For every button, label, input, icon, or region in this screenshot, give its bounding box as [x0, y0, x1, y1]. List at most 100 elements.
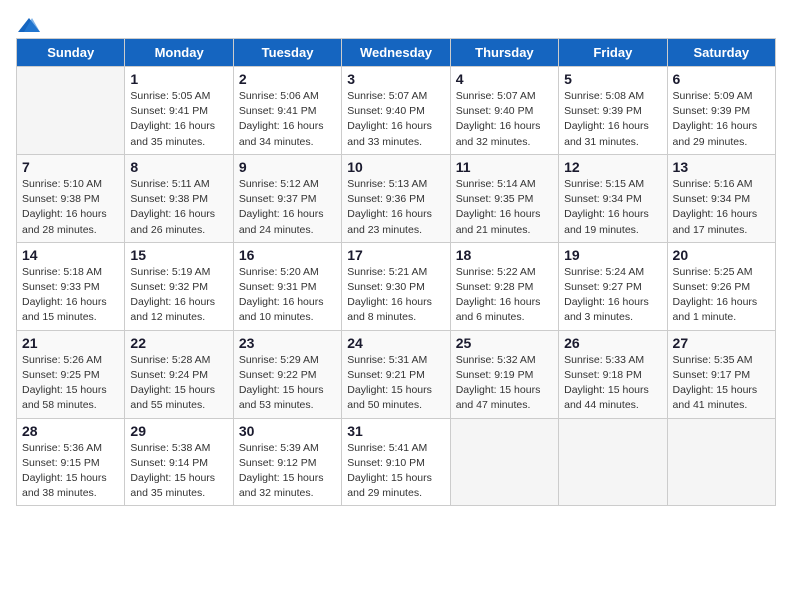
day-number: 5 [564, 71, 661, 87]
header-cell-thursday: Thursday [450, 39, 558, 67]
calendar-cell: 19 Sunrise: 5:24 AM Sunset: 9:27 PM Dayli… [559, 242, 667, 330]
calendar-cell: 5 Sunrise: 5:08 AM Sunset: 9:39 PM Daylig… [559, 67, 667, 155]
day-info: Sunrise: 5:25 AM Sunset: 9:26 PM Dayligh… [673, 265, 770, 326]
day-number: 23 [239, 335, 336, 351]
calendar-cell: 2Sunrise: 5:06 AM Sunset: 9:41 PM Daylig… [233, 67, 341, 155]
day-info: Sunrise: 5:12 AM Sunset: 9:37 PM Dayligh… [239, 177, 336, 238]
calendar-cell: 8 Sunrise: 5:11 AM Sunset: 9:38 PM Daylig… [125, 154, 233, 242]
calendar-cell: 28Sunrise: 5:36 AM Sunset: 9:15 PM Dayli… [17, 418, 125, 506]
day-number: 14 [22, 247, 119, 263]
calendar-cell [559, 418, 667, 506]
calendar-cell [667, 418, 775, 506]
day-info: Sunrise: 5:05 AM Sunset: 9:41 PM Dayligh… [130, 89, 227, 150]
day-info: Sunrise: 5:13 AM Sunset: 9:36 PM Dayligh… [347, 177, 444, 238]
calendar-cell: 13 Sunrise: 5:16 AM Sunset: 9:34 PM Dayli… [667, 154, 775, 242]
day-info: Sunrise: 5:21 AM Sunset: 9:30 PM Dayligh… [347, 265, 444, 326]
header [16, 16, 776, 30]
day-number: 28 [22, 423, 119, 439]
week-row-4: 28Sunrise: 5:36 AM Sunset: 9:15 PM Dayli… [17, 418, 776, 506]
day-info: Sunrise: 5:07 AM Sunset: 9:40 PM Dayligh… [456, 89, 553, 150]
day-info: Sunrise: 5:11 AM Sunset: 9:38 PM Dayligh… [130, 177, 227, 238]
header-cell-friday: Friday [559, 39, 667, 67]
day-info: Sunrise: 5:29 AM Sunset: 9:22 PM Dayligh… [239, 353, 336, 414]
calendar-cell: 16 Sunrise: 5:20 AM Sunset: 9:31 PM Dayli… [233, 242, 341, 330]
day-number: 2 [239, 71, 336, 87]
week-row-3: 21 Sunrise: 5:26 AM Sunset: 9:25 PM Dayli… [17, 330, 776, 418]
day-info: Sunrise: 5:15 AM Sunset: 9:34 PM Dayligh… [564, 177, 661, 238]
day-number: 3 [347, 71, 444, 87]
day-info: Sunrise: 5:24 AM Sunset: 9:27 PM Dayligh… [564, 265, 661, 326]
calendar-cell: 23 Sunrise: 5:29 AM Sunset: 9:22 PM Dayli… [233, 330, 341, 418]
day-info: Sunrise: 5:31 AM Sunset: 9:21 PM Dayligh… [347, 353, 444, 414]
calendar-header: SundayMondayTuesdayWednesdayThursdayFrid… [17, 39, 776, 67]
day-number: 6 [673, 71, 770, 87]
calendar-cell: 21 Sunrise: 5:26 AM Sunset: 9:25 PM Dayli… [17, 330, 125, 418]
day-info: Sunrise: 5:08 AM Sunset: 9:39 PM Dayligh… [564, 89, 661, 150]
calendar-cell: 31Sunrise: 5:41 AM Sunset: 9:10 PM Dayli… [342, 418, 450, 506]
day-number: 8 [130, 159, 227, 175]
calendar-cell: 30 Sunrise: 5:39 AM Sunset: 9:12 PM Dayli… [233, 418, 341, 506]
calendar-cell: 20 Sunrise: 5:25 AM Sunset: 9:26 PM Dayli… [667, 242, 775, 330]
calendar-cell: 14Sunrise: 5:18 AM Sunset: 9:33 PM Dayli… [17, 242, 125, 330]
day-number: 30 [239, 423, 336, 439]
header-cell-sunday: Sunday [17, 39, 125, 67]
calendar-table: SundayMondayTuesdayWednesdayThursdayFrid… [16, 38, 776, 506]
day-info: Sunrise: 5:14 AM Sunset: 9:35 PM Dayligh… [456, 177, 553, 238]
day-info: Sunrise: 5:39 AM Sunset: 9:12 PM Dayligh… [239, 441, 336, 502]
header-cell-monday: Monday [125, 39, 233, 67]
day-info: Sunrise: 5:35 AM Sunset: 9:17 PM Dayligh… [673, 353, 770, 414]
day-info: Sunrise: 5:41 AM Sunset: 9:10 PM Dayligh… [347, 441, 444, 502]
day-number: 9 [239, 159, 336, 175]
day-info: Sunrise: 5:28 AM Sunset: 9:24 PM Dayligh… [130, 353, 227, 414]
calendar-cell: 22 Sunrise: 5:28 AM Sunset: 9:24 PM Dayli… [125, 330, 233, 418]
day-number: 26 [564, 335, 661, 351]
calendar-cell: 27 Sunrise: 5:35 AM Sunset: 9:17 PM Dayli… [667, 330, 775, 418]
calendar-cell: 7 Sunrise: 5:10 AM Sunset: 9:38 PM Daylig… [17, 154, 125, 242]
day-info: Sunrise: 5:20 AM Sunset: 9:31 PM Dayligh… [239, 265, 336, 326]
calendar-cell: 3Sunrise: 5:07 AM Sunset: 9:40 PM Daylig… [342, 67, 450, 155]
calendar-cell: 18 Sunrise: 5:22 AM Sunset: 9:28 PM Dayli… [450, 242, 558, 330]
day-info: Sunrise: 5:16 AM Sunset: 9:34 PM Dayligh… [673, 177, 770, 238]
day-number: 18 [456, 247, 553, 263]
calendar-cell: 9 Sunrise: 5:12 AM Sunset: 9:37 PM Daylig… [233, 154, 341, 242]
day-number: 21 [22, 335, 119, 351]
day-number: 22 [130, 335, 227, 351]
logo-icon [18, 16, 40, 34]
day-number: 15 [130, 247, 227, 263]
day-info: Sunrise: 5:26 AM Sunset: 9:25 PM Dayligh… [22, 353, 119, 414]
day-number: 1 [130, 71, 227, 87]
day-number: 11 [456, 159, 553, 175]
calendar-cell: 6 Sunrise: 5:09 AM Sunset: 9:39 PM Daylig… [667, 67, 775, 155]
day-number: 17 [347, 247, 444, 263]
day-number: 16 [239, 247, 336, 263]
day-info: Sunrise: 5:22 AM Sunset: 9:28 PM Dayligh… [456, 265, 553, 326]
calendar-cell: 10 Sunrise: 5:13 AM Sunset: 9:36 PM Dayli… [342, 154, 450, 242]
day-number: 4 [456, 71, 553, 87]
day-number: 10 [347, 159, 444, 175]
day-info: Sunrise: 5:32 AM Sunset: 9:19 PM Dayligh… [456, 353, 553, 414]
calendar-cell: 1 Sunrise: 5:05 AM Sunset: 9:41 PM Daylig… [125, 67, 233, 155]
day-number: 12 [564, 159, 661, 175]
day-number: 20 [673, 247, 770, 263]
calendar-cell: 29Sunrise: 5:38 AM Sunset: 9:14 PM Dayli… [125, 418, 233, 506]
day-info: Sunrise: 5:19 AM Sunset: 9:32 PM Dayligh… [130, 265, 227, 326]
calendar-cell [17, 67, 125, 155]
calendar-cell: 4 Sunrise: 5:07 AM Sunset: 9:40 PM Daylig… [450, 67, 558, 155]
day-number: 27 [673, 335, 770, 351]
header-cell-saturday: Saturday [667, 39, 775, 67]
calendar-cell: 15 Sunrise: 5:19 AM Sunset: 9:32 PM Dayli… [125, 242, 233, 330]
calendar-cell [450, 418, 558, 506]
header-cell-wednesday: Wednesday [342, 39, 450, 67]
day-info: Sunrise: 5:33 AM Sunset: 9:18 PM Dayligh… [564, 353, 661, 414]
header-row: SundayMondayTuesdayWednesdayThursdayFrid… [17, 39, 776, 67]
logo [16, 16, 40, 30]
day-number: 24 [347, 335, 444, 351]
day-number: 7 [22, 159, 119, 175]
calendar-cell: 11 Sunrise: 5:14 AM Sunset: 9:35 PM Dayli… [450, 154, 558, 242]
day-number: 13 [673, 159, 770, 175]
day-info: Sunrise: 5:10 AM Sunset: 9:38 PM Dayligh… [22, 177, 119, 238]
week-row-2: 14Sunrise: 5:18 AM Sunset: 9:33 PM Dayli… [17, 242, 776, 330]
day-info: Sunrise: 5:09 AM Sunset: 9:39 PM Dayligh… [673, 89, 770, 150]
day-number: 29 [130, 423, 227, 439]
day-number: 19 [564, 247, 661, 263]
